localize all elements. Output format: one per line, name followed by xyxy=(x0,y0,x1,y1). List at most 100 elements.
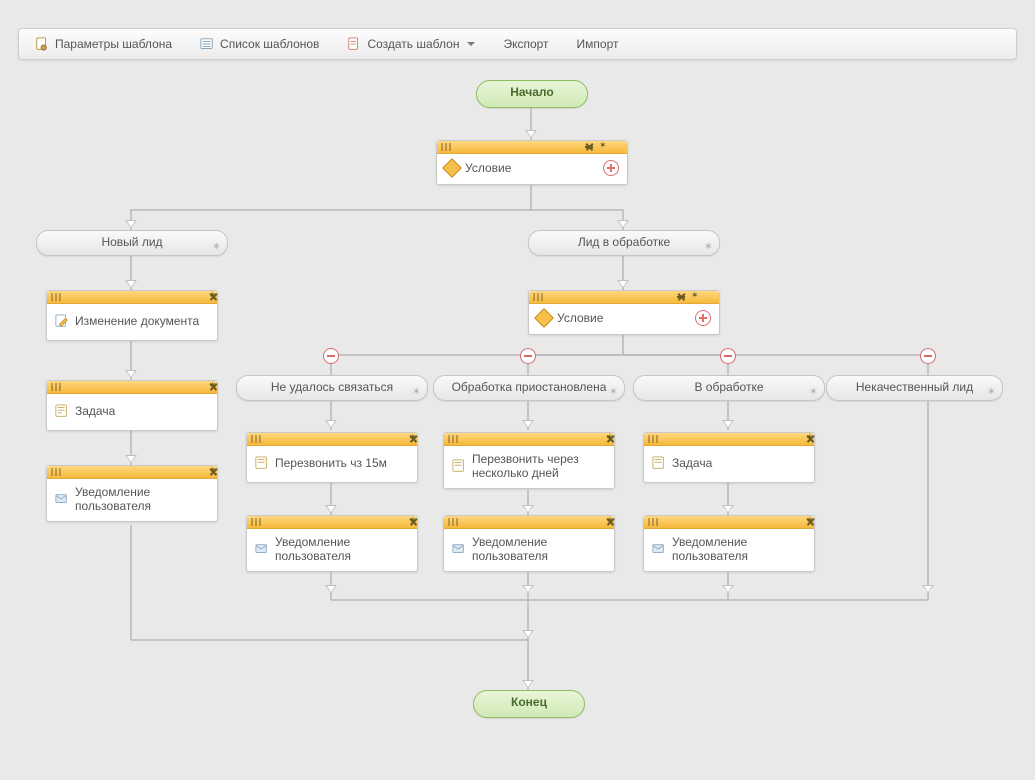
node-header[interactable] xyxy=(47,466,217,479)
arrow-icon xyxy=(922,585,934,593)
gear-icon[interactable]: ✶ xyxy=(704,236,713,258)
gear-icon[interactable]: ✶ xyxy=(609,381,618,403)
task-node-1[interactable]: Задача xyxy=(46,380,218,431)
gear-icon[interactable]: ✶ xyxy=(987,381,996,403)
arrow-icon xyxy=(722,420,734,428)
node-label: Конец xyxy=(511,695,547,709)
callback-15m-node[interactable]: Перезвонить чз 15м xyxy=(246,432,418,483)
branch-no-contact[interactable]: Не удалось связаться ✶ xyxy=(236,375,428,401)
node-header[interactable] xyxy=(47,381,217,394)
node-label: Перезвонить чз 15м xyxy=(275,456,387,470)
node-label: Уведомление пользователя xyxy=(672,535,806,563)
add-branch-icon[interactable] xyxy=(695,310,711,326)
branch-label: В обработке xyxy=(694,380,763,394)
notify-node-2[interactable]: Уведомление пользователя xyxy=(246,515,418,572)
change-document-node[interactable]: Изменение документа xyxy=(46,290,218,341)
end-node[interactable]: Конец xyxy=(473,690,585,718)
toolbar-template-list[interactable]: Список шаблонов xyxy=(200,37,319,51)
toolbar-label: Импорт xyxy=(577,37,619,51)
notify-node-4[interactable]: Уведомление пользователя xyxy=(643,515,815,572)
gear-icon[interactable] xyxy=(691,292,701,302)
toolbar-template-params[interactable]: Параметры шаблона xyxy=(35,37,172,51)
node-header[interactable] xyxy=(444,516,614,529)
arrow-icon xyxy=(617,280,629,288)
remove-branch-icon[interactable] xyxy=(323,348,339,364)
node-label: Уведомление пользователя xyxy=(275,535,409,563)
node-label: Перезвонить через несколько дней xyxy=(472,452,606,480)
task-icon xyxy=(452,459,466,473)
node-header[interactable] xyxy=(529,291,719,304)
node-header[interactable] xyxy=(47,291,217,304)
gear-doc-icon xyxy=(35,37,49,51)
notify-icon xyxy=(652,542,666,556)
branch-label: Обработка приостановлена xyxy=(452,380,607,394)
toolbar: Параметры шаблона Список шаблонов Создат… xyxy=(18,28,1017,60)
arrow-icon xyxy=(522,505,534,513)
arrow-icon xyxy=(525,130,537,138)
gear-icon[interactable]: ✶ xyxy=(412,381,421,403)
node-label: Условие xyxy=(465,161,511,175)
node-label: Условие xyxy=(557,311,603,325)
task-icon xyxy=(55,404,69,418)
node-label: Уведомление пользователя xyxy=(75,485,209,513)
remove-branch-icon[interactable] xyxy=(920,348,936,364)
node-header[interactable] xyxy=(437,141,627,154)
notify-icon xyxy=(55,492,69,506)
remove-branch-icon[interactable] xyxy=(720,348,736,364)
branch-paused[interactable]: Обработка приостановлена ✶ xyxy=(433,375,625,401)
node-label: Уведомление пользователя xyxy=(472,535,606,563)
close-icon[interactable] xyxy=(613,142,623,152)
condition-node-1[interactable]: Условие xyxy=(436,140,628,185)
list-icon xyxy=(200,37,214,51)
diamond-icon xyxy=(442,158,462,178)
notify-icon xyxy=(452,542,466,556)
gear-icon[interactable]: ✶ xyxy=(809,381,818,403)
branch-label: Не удалось связаться xyxy=(271,380,393,394)
arrow-icon xyxy=(125,455,137,463)
node-label: Задача xyxy=(672,456,712,470)
branch-in-progress[interactable]: Лид в обработке ✶ xyxy=(528,230,720,256)
node-header[interactable] xyxy=(644,516,814,529)
add-branch-icon[interactable] xyxy=(603,160,619,176)
branch-new-lead[interactable]: Новый лид ✶ xyxy=(36,230,228,256)
branch-low-quality[interactable]: Некачественный лид ✶ xyxy=(826,375,1003,401)
arrow-icon xyxy=(722,505,734,513)
toolbar-import[interactable]: Импорт xyxy=(577,37,619,51)
workflow-canvas[interactable]: Начало Условие Новый лид ✶ Лид в обработ… xyxy=(18,80,1018,760)
notify-node-3[interactable]: Уведомление пользователя xyxy=(443,515,615,572)
arrow-icon xyxy=(125,280,137,288)
arrow-icon xyxy=(125,220,137,228)
gear-icon[interactable]: ✶ xyxy=(212,236,221,258)
arrow-icon xyxy=(522,420,534,428)
node-header[interactable] xyxy=(247,516,417,529)
notify-icon xyxy=(255,542,269,556)
diamond-icon xyxy=(534,308,554,328)
caret-down-icon xyxy=(467,42,475,46)
branch-label: Новый лид xyxy=(101,235,162,249)
close-icon[interactable] xyxy=(705,292,715,302)
gear-icon[interactable] xyxy=(599,142,609,152)
arrow-icon xyxy=(522,630,534,638)
notify-node-1[interactable]: Уведомление пользователя xyxy=(46,465,218,522)
arrow-icon xyxy=(617,220,629,228)
branch-processing[interactable]: В обработке ✶ xyxy=(633,375,825,401)
node-header[interactable] xyxy=(444,433,614,446)
toolbar-create-template[interactable]: Создать шаблон xyxy=(347,37,475,51)
toolbar-export[interactable]: Экспорт xyxy=(503,37,548,51)
node-header[interactable] xyxy=(247,433,417,446)
toolbar-label: Список шаблонов xyxy=(220,37,319,51)
remove-branch-icon[interactable] xyxy=(520,348,536,364)
start-node[interactable]: Начало xyxy=(476,80,588,108)
arrow-icon xyxy=(722,585,734,593)
task-node-2[interactable]: Задача xyxy=(643,432,815,483)
toolbar-label: Создать шаблон xyxy=(367,37,459,51)
arrow-icon xyxy=(325,585,337,593)
arrow-icon xyxy=(325,420,337,428)
node-header[interactable] xyxy=(644,433,814,446)
task-icon xyxy=(255,456,269,470)
toolbar-label: Параметры шаблона xyxy=(55,37,172,51)
branch-label: Лид в обработке xyxy=(578,235,670,249)
arrow-icon xyxy=(325,505,337,513)
callback-days-node[interactable]: Перезвонить через несколько дней xyxy=(443,432,615,489)
condition-node-2[interactable]: Условие xyxy=(528,290,720,335)
